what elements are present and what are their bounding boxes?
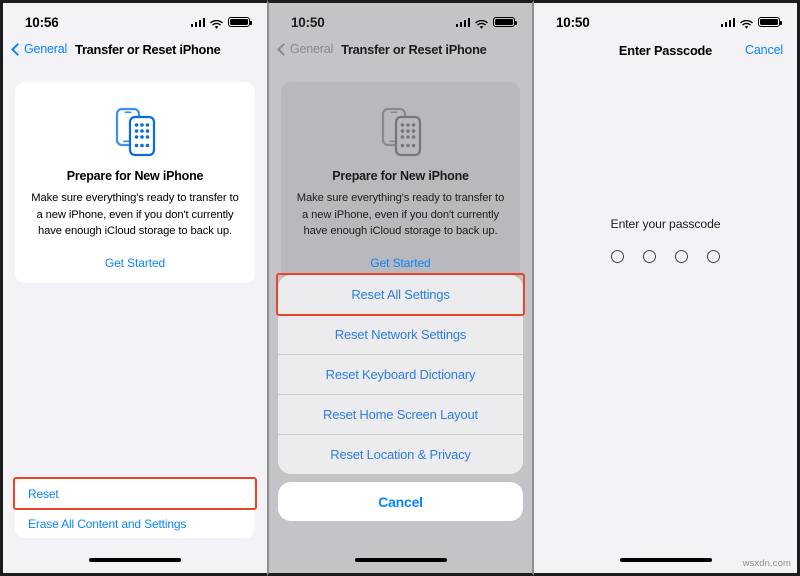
cellular-signal-icon: [190, 17, 205, 27]
navigation-bar: General Transfer or Reset iPhone: [269, 35, 532, 63]
prepare-for-new-iphone-card: Prepare for New iPhone Make sure everyth…: [15, 82, 255, 283]
cellular-signal-icon: [455, 17, 470, 27]
battery-icon: [228, 16, 252, 28]
status-bar: 10:56: [3, 3, 267, 35]
action-reset-keyboard-dictionary[interactable]: Reset Keyboard Dictionary: [278, 355, 523, 394]
reset-row[interactable]: Reset: [15, 479, 255, 508]
status-clock: 10:56: [25, 14, 59, 30]
action-reset-all-settings[interactable]: Reset All Settings: [278, 275, 523, 314]
panel-transfer-or-reset: 10:56 General Transfer or Reset iPhone P…: [0, 0, 267, 576]
status-bar: 10:50: [534, 3, 797, 35]
cellular-signal-icon: [720, 17, 735, 27]
wifi-icon: [210, 17, 223, 29]
passcode-title: Enter Passcode: [618, 42, 713, 58]
action-reset-home-screen-layout[interactable]: Reset Home Screen Layout: [278, 395, 523, 434]
watermark: wsxdn.com: [742, 558, 791, 569]
navigation-bar: General Transfer or Reset iPhone: [3, 35, 267, 63]
two-iphones-icon: [29, 99, 241, 163]
get-started-link: Get Started: [370, 255, 431, 270]
home-indicator: [354, 558, 447, 562]
chevron-left-icon: [277, 42, 287, 56]
chevron-left-icon[interactable]: [11, 42, 21, 56]
panel-reset-action-sheet: 10:50 General Transfer or Reset iPhone P…: [267, 0, 534, 576]
passcode-cancel-button[interactable]: Cancel: [745, 43, 783, 57]
reset-options-group: Reset Erase All Content and Settings: [13, 477, 257, 538]
home-indicator: [619, 558, 712, 562]
home-indicator: [89, 558, 181, 562]
battery-icon: [493, 16, 517, 28]
page-title: Transfer or Reset iPhone: [341, 41, 487, 57]
panel-enter-passcode: 10:50 Enter Passcode Cancel Enter your p…: [534, 0, 800, 576]
card-title: Prepare for New iPhone: [66, 169, 204, 183]
passcode-prompt: Enter your passcode: [610, 217, 721, 231]
reset-action-sheet: Reset All Settings Reset Network Setting…: [276, 273, 525, 521]
wifi-icon: [740, 17, 753, 29]
status-icon-group: [455, 16, 517, 29]
passcode-dot: [675, 250, 688, 263]
passcode-dot: [643, 250, 656, 263]
card-description: Make sure everything's ready to transfer…: [31, 192, 239, 237]
three-panel-screenshot: 10:56 General Transfer or Reset iPhone P…: [0, 0, 800, 576]
card-description: Make sure everything's ready to transfer…: [296, 192, 505, 237]
back-button-label: General: [290, 42, 334, 56]
status-icon-group: [720, 16, 782, 29]
status-clock: 10:50: [556, 14, 590, 30]
erase-all-content-row[interactable]: Erase All Content and Settings: [15, 509, 255, 538]
action-cancel-button[interactable]: Cancel: [278, 482, 523, 521]
prepare-for-new-iphone-card: Prepare for New iPhone Make sure everyth…: [281, 82, 520, 283]
status-icon-group: [190, 16, 252, 29]
page-title: Transfer or Reset iPhone: [75, 41, 221, 57]
passcode-navigation-bar: Enter Passcode Cancel: [534, 35, 797, 65]
passcode-dots[interactable]: [534, 250, 797, 263]
get-started-link[interactable]: Get Started: [29, 256, 241, 270]
action-reset-network-settings[interactable]: Reset Network Settings: [278, 315, 523, 354]
battery-icon: [758, 16, 782, 28]
passcode-dot: [611, 250, 624, 263]
status-bar: 10:50: [269, 3, 532, 35]
passcode-dot: [707, 250, 720, 263]
action-reset-location-privacy[interactable]: Reset Location & Privacy: [278, 435, 523, 474]
card-title: Prepare for New iPhone: [332, 169, 469, 183]
two-iphones-icon: [295, 99, 506, 163]
back-button-label[interactable]: General: [24, 42, 67, 56]
status-clock: 10:50: [291, 14, 325, 30]
action-sheet-options: Reset All Settings Reset Network Setting…: [278, 275, 523, 474]
wifi-icon: [475, 17, 488, 29]
